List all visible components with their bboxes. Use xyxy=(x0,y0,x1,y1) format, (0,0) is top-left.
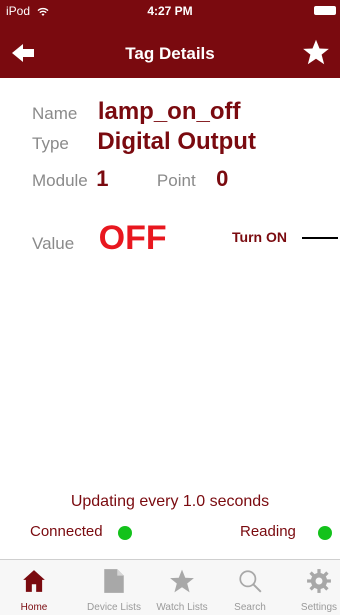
turn-on-button[interactable]: Turn ON xyxy=(232,229,287,245)
tab-home[interactable]: Home xyxy=(0,560,68,615)
favorite-button[interactable] xyxy=(302,38,332,68)
tab-search[interactable]: Search xyxy=(216,560,284,615)
module-value: 1 xyxy=(96,166,109,191)
tab-home-label: Home xyxy=(20,602,48,613)
type-row: Type Digital Output xyxy=(32,128,256,156)
star-icon xyxy=(303,39,329,65)
top-bar: iPod 4:27 PM Tag Details xyxy=(0,0,340,78)
document-icon xyxy=(104,569,124,593)
name-row: Name lamp_on_off xyxy=(32,98,241,126)
search-icon xyxy=(239,570,262,593)
value-row: Value OFF xyxy=(32,219,167,258)
gear-icon xyxy=(307,569,331,593)
module-row: Module 1 Point 0 xyxy=(32,166,228,192)
connected-label: Connected xyxy=(30,523,103,540)
tab-settings-label: Settings xyxy=(300,602,338,613)
reading-indicator xyxy=(318,526,332,540)
type-label: Type xyxy=(32,134,69,153)
battery-icon xyxy=(314,6,336,15)
module-label: Module xyxy=(32,171,88,190)
page-title: Tag Details xyxy=(125,44,215,63)
turn-on-connector xyxy=(302,237,338,239)
name-label: Name xyxy=(32,104,78,123)
tab-search-label: Search xyxy=(234,602,266,613)
connected-indicator xyxy=(118,526,132,540)
value-label: Value xyxy=(32,234,75,253)
tab-device-lists[interactable]: Device Lists xyxy=(80,560,148,615)
tab-watch-lists[interactable]: Watch Lists xyxy=(148,560,216,615)
status-time: 4:27 PM xyxy=(147,4,193,18)
tab-device-lists-label: Device Lists xyxy=(87,602,141,613)
point-label: Point xyxy=(156,171,196,190)
value-status: OFF xyxy=(98,219,167,257)
star-icon xyxy=(170,569,194,593)
tab-bar: Home Device Lists Watch Lists Search Set… xyxy=(0,559,340,615)
type-value: Digital Output xyxy=(97,128,256,155)
tab-settings[interactable]: Settings xyxy=(285,560,340,615)
home-icon xyxy=(23,570,45,592)
update-interval-text: Updating every 1.0 seconds xyxy=(70,493,270,510)
tab-watch-lists-label: Watch Lists xyxy=(156,602,208,613)
point-value: 0 xyxy=(216,166,229,191)
reading-label: Reading xyxy=(240,523,296,540)
name-value: lamp_on_off xyxy=(97,98,241,125)
